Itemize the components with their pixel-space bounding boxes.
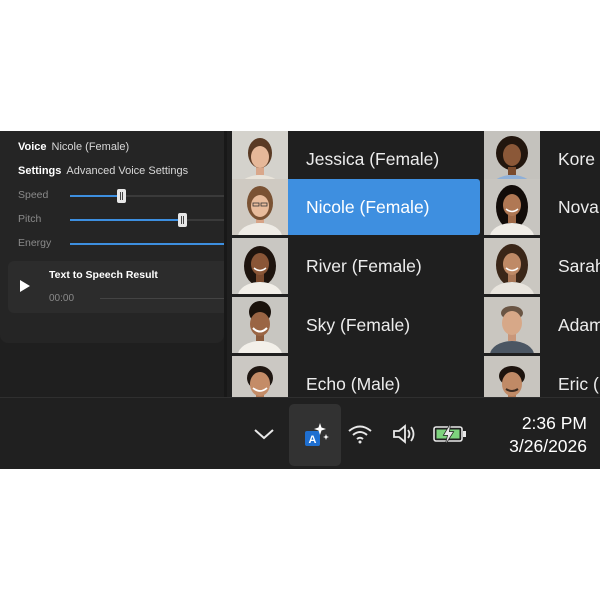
avatar	[232, 238, 288, 294]
settings-row: Settings Advanced Voice Settings	[18, 165, 188, 177]
speed-thumb[interactable]	[116, 189, 126, 203]
voice-item-adam[interactable]: Adam	[484, 297, 600, 353]
volume-icon[interactable]	[388, 398, 422, 469]
voice-row: Voice Nicole (Female)	[18, 141, 129, 153]
voice-label: Voice	[18, 141, 47, 153]
avatar	[484, 238, 540, 294]
play-icon[interactable]	[20, 280, 32, 293]
advanced-settings-link[interactable]: Advanced Voice Settings	[66, 165, 188, 177]
voice-item-sarah[interactable]: Sarah	[484, 238, 600, 294]
energy-label: Energy	[18, 237, 52, 249]
voice-name: Nova	[558, 197, 599, 217]
pitch-label: Pitch	[18, 213, 42, 225]
voice-item-nicole[interactable]: Nicole (Female)	[232, 179, 480, 235]
voice-name: Nicole (Female)	[306, 197, 430, 217]
speed-track[interactable]	[70, 189, 224, 203]
speed-slider[interactable]: Speed	[18, 189, 224, 203]
voice-name: Sarah	[558, 256, 600, 276]
taskbar: A 2:36 PM 3/26/2026	[0, 397, 600, 469]
voice-value[interactable]: Nicole (Female)	[52, 141, 130, 153]
app-window: Voice Nicole (Female) Settings Advanced Vo…	[0, 131, 600, 469]
avatar	[232, 297, 288, 353]
pitch-track[interactable]	[70, 213, 224, 227]
avatar	[232, 179, 288, 235]
clock-time: 2:36 PM	[521, 413, 587, 433]
voice-item-nova[interactable]: Nova	[484, 179, 600, 235]
playback-progress-bar[interactable]	[100, 298, 224, 299]
pitch-slider[interactable]: Pitch	[18, 213, 224, 227]
svg-text:A: A	[309, 434, 317, 446]
energy-fill	[70, 243, 224, 245]
voice-name: Adam	[558, 315, 600, 335]
settings-label: Settings	[18, 165, 62, 177]
avatar	[484, 297, 540, 353]
wifi-icon[interactable]	[342, 398, 378, 469]
result-title: Text to Speech Result	[49, 269, 158, 281]
energy-slider[interactable]: Energy	[18, 237, 224, 251]
voice-settings-panel: Voice Nicole (Female) Settings Advanced Vo…	[0, 131, 224, 343]
pitch-thumb[interactable]	[178, 213, 188, 227]
sparkle-translate-icon[interactable]: A	[289, 404, 341, 466]
voice-name: Sky (Female)	[306, 315, 411, 335]
speed-label: Speed	[18, 189, 49, 201]
result-time: 00:00	[49, 293, 75, 304]
energy-track[interactable]	[70, 243, 224, 245]
chevron-up-icon[interactable]	[246, 398, 282, 469]
voice-item-sky[interactable]: Sky (Female)	[232, 297, 480, 353]
tts-result-card: Text to Speech Result 00:00	[8, 261, 224, 313]
voice-item-river[interactable]: River (Female)	[232, 238, 480, 294]
voice-name: River (Female)	[306, 256, 422, 276]
speed-fill	[70, 195, 121, 197]
avatar	[484, 179, 540, 235]
system-clock[interactable]: 2:36 PM 3/26/2026	[509, 412, 587, 458]
panel-divider	[224, 131, 227, 397]
clock-date: 3/26/2026	[509, 436, 587, 456]
pitch-fill	[70, 219, 183, 221]
battery-charging-icon[interactable]	[430, 398, 470, 469]
